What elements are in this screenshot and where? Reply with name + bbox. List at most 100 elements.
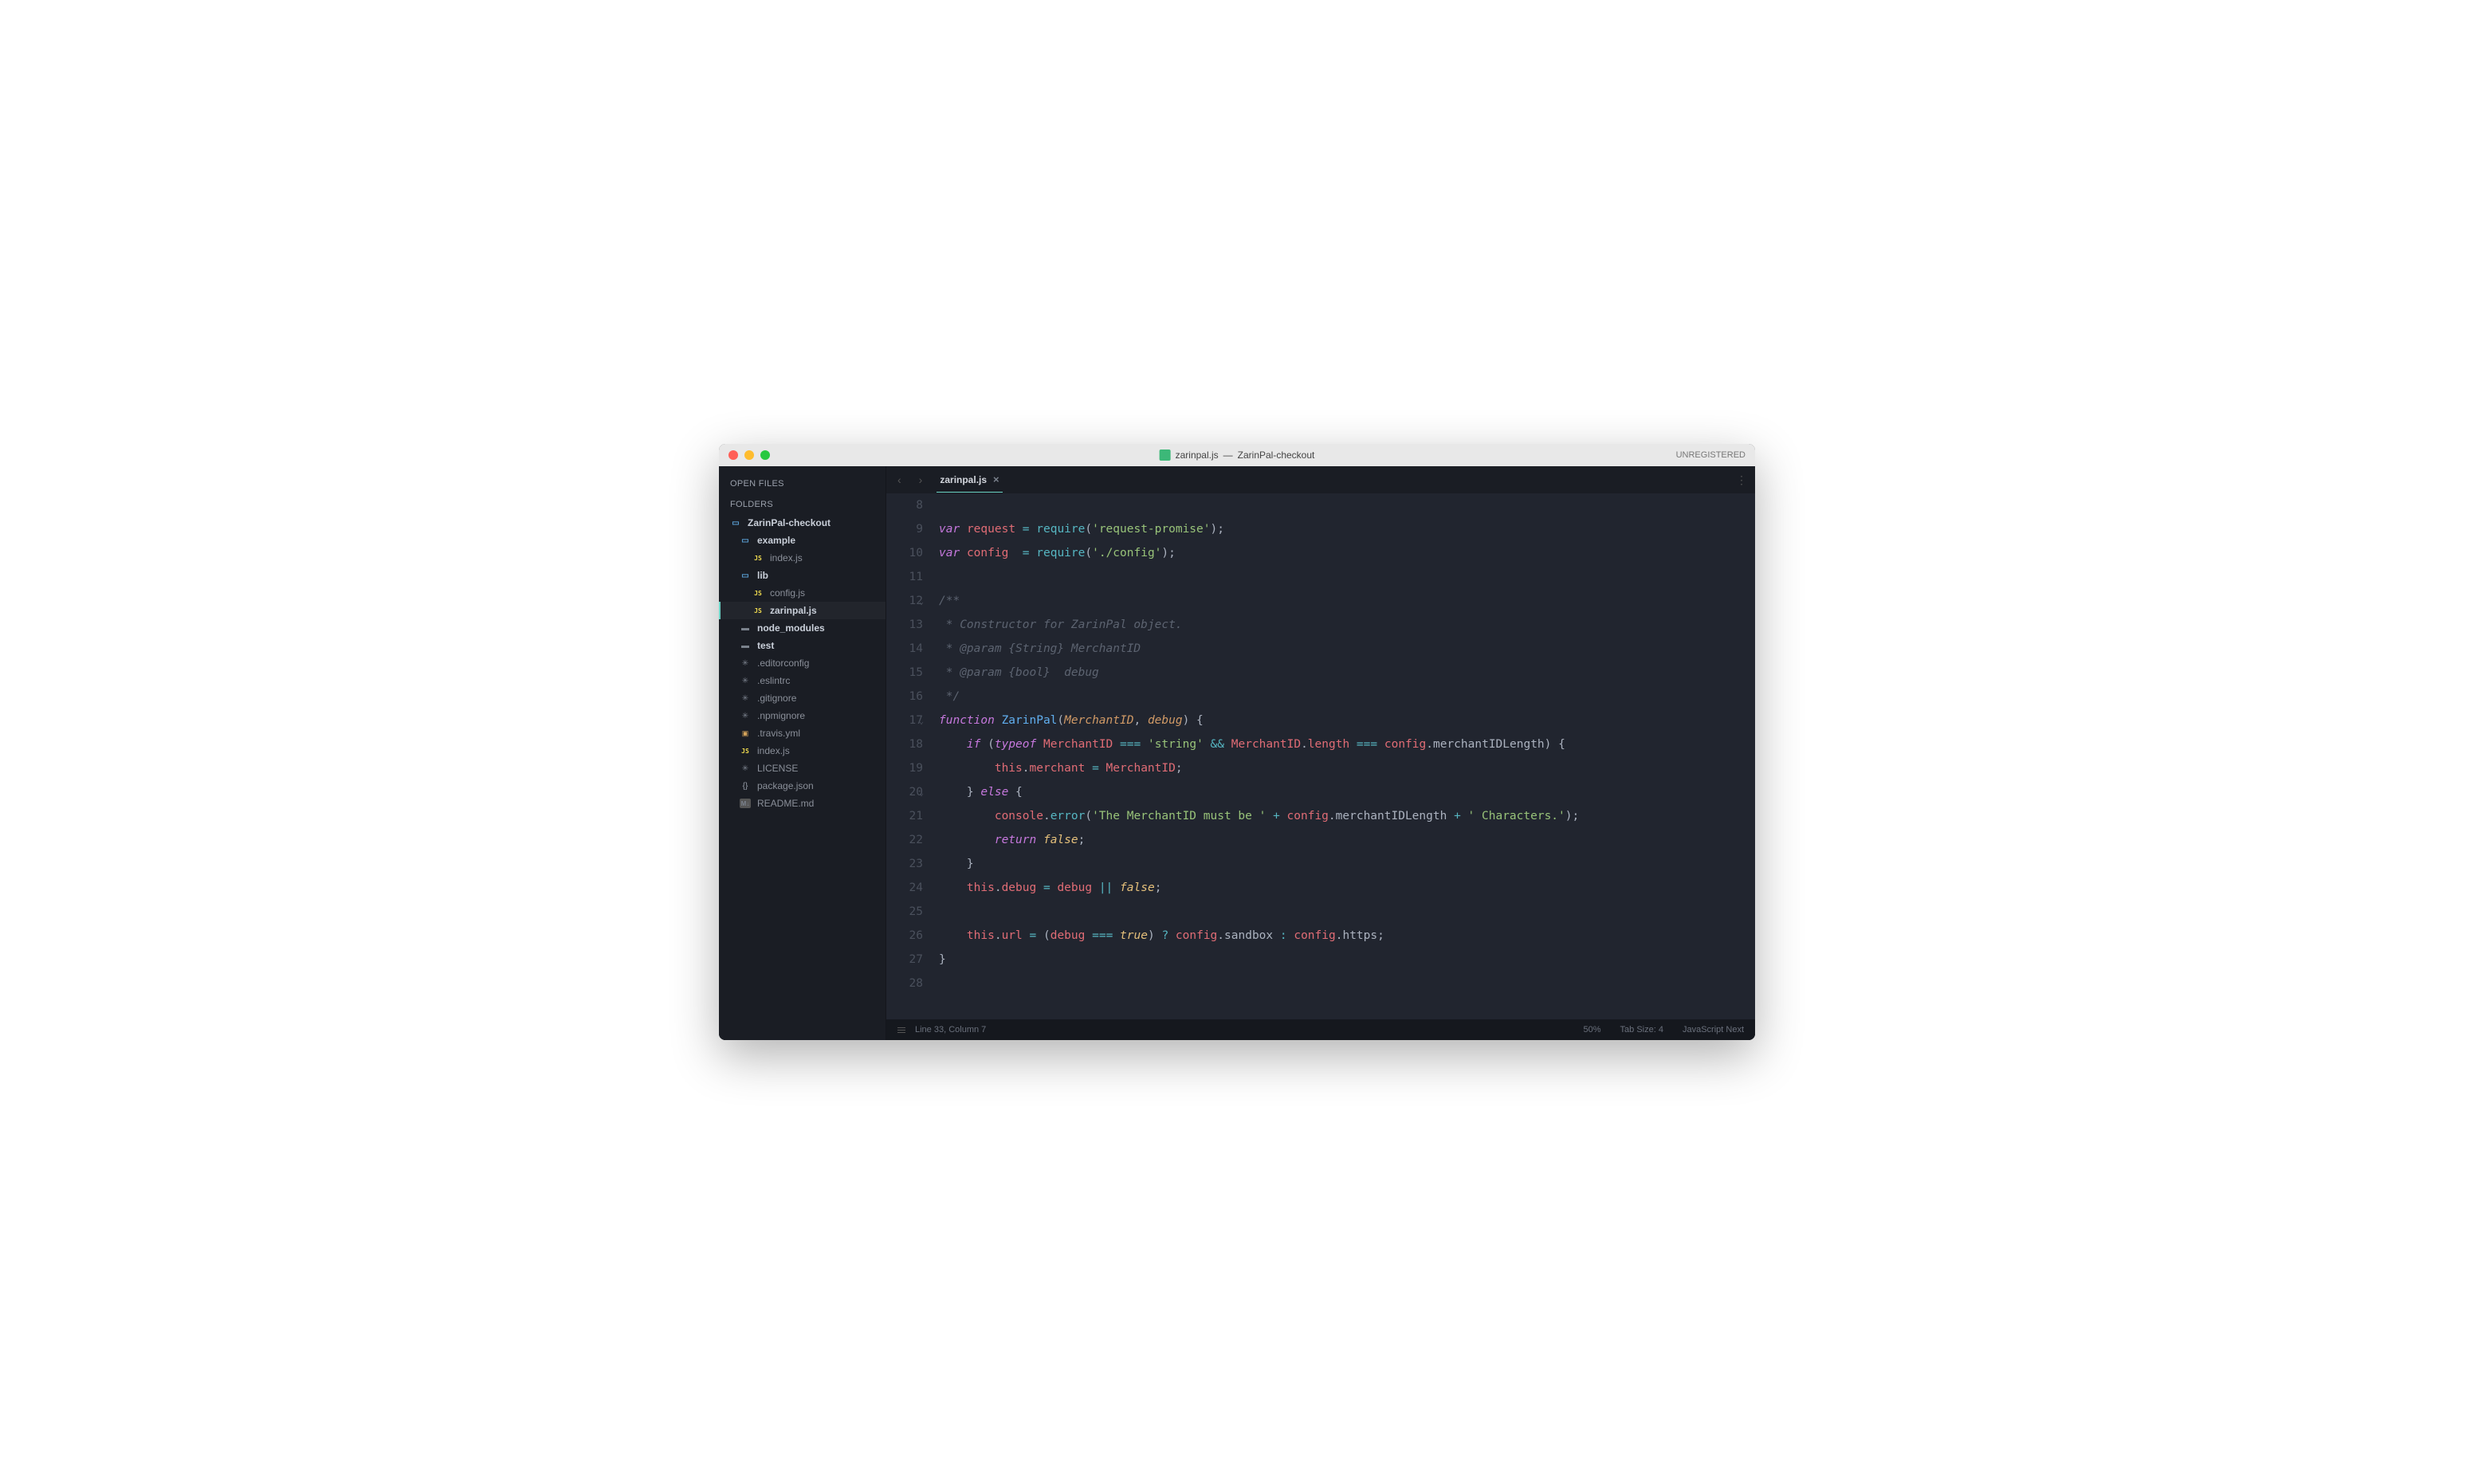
tree-item-label: .editorconfig — [757, 658, 809, 669]
folder-open-icon: ▭ — [740, 536, 751, 545]
file-tree: ▭ZarinPal-checkout ▭ example JSindex.js ▭ lib… — [719, 514, 886, 812]
js-file-icon: JS — [752, 588, 764, 598]
code-line[interactable]: this.merchant = MerchantID; — [939, 756, 1755, 780]
code-line[interactable]: var request = require('request-promise')… — [939, 517, 1755, 541]
line-number: 28 — [886, 972, 923, 995]
tree-item-label: .gitignore — [757, 693, 796, 704]
cursor-position[interactable]: Line 33, Column 7 — [915, 1025, 986, 1034]
line-number: 21 — [886, 804, 923, 828]
tree-item-label: .npmignore — [757, 710, 805, 721]
tree-item--editorconfig[interactable]: ✳ .editorconfig — [719, 654, 886, 672]
code-line[interactable]: console.error('The MerchantID must be ' … — [939, 804, 1755, 828]
tree-item--eslintrc[interactable]: ✳.eslintrc — [719, 672, 886, 689]
line-number: 13 — [886, 613, 923, 637]
main-panel: ‹ › zarinpal.js × ⋮ 89101112131415161718… — [886, 466, 1755, 1040]
generic-file-icon: ✳ — [740, 658, 751, 668]
code-line[interactable]: } — [939, 852, 1755, 876]
scroll-percent: 50% — [1584, 1025, 1601, 1034]
tree-item-label: example — [757, 535, 795, 546]
code-line[interactable]: * @param {String} MerchantID — [939, 637, 1755, 661]
tabbar: ‹ › zarinpal.js × ⋮ — [886, 466, 1755, 493]
tree-item-config-js[interactable]: JS config.js — [719, 584, 886, 602]
code-line[interactable]: * @param {bool} debug — [939, 661, 1755, 685]
tree-item-label: ZarinPal-checkout — [748, 517, 831, 528]
nav-forward-icon[interactable]: › — [916, 473, 926, 486]
code-line[interactable]: } else { — [939, 780, 1755, 804]
code-line[interactable]: /** — [939, 589, 1755, 613]
folder-open-icon: ▭ — [740, 571, 751, 580]
code-line[interactable]: } — [939, 948, 1755, 972]
tree-item-package-json[interactable]: {}package.json — [719, 777, 886, 795]
tree-item-label: test — [757, 640, 774, 651]
tree-item-label: LICENSE — [757, 763, 798, 774]
tree-item-license[interactable]: ✳LICENSE — [719, 760, 886, 777]
editor-window: zarinpal.js — ZarinPal-checkout UNREGIST… — [719, 444, 1755, 1040]
markdown-file-icon: M↓ — [740, 799, 751, 808]
code-line[interactable]: * Constructor for ZarinPal object. — [939, 613, 1755, 637]
minimize-window-button[interactable] — [744, 450, 754, 460]
line-number: 24 — [886, 876, 923, 900]
tab-active[interactable]: zarinpal.js × — [937, 467, 1002, 493]
tree-item--npmignore[interactable]: ✳.npmignore — [719, 707, 886, 724]
js-file-icon: JS — [740, 746, 751, 756]
tree-item-example[interactable]: ▭ example — [719, 532, 886, 549]
code-line[interactable]: if (typeof MerchantID === 'string' && Me… — [939, 732, 1755, 756]
line-number: 20 — [886, 780, 923, 804]
tree-item-zarinpal-js[interactable]: JSzarinpal.js — [719, 602, 886, 619]
code-line[interactable] — [939, 565, 1755, 589]
maximize-window-button[interactable] — [760, 450, 770, 460]
tree-item-test[interactable]: ▬test — [719, 637, 886, 654]
traffic-lights — [728, 450, 770, 460]
generic-file-icon: ✳ — [740, 676, 751, 685]
line-number: 16 — [886, 685, 923, 709]
tree-item-node-modules[interactable]: ▬node_modules — [719, 619, 886, 637]
code-editor[interactable]: 8910111213141516171819202122232425262728… — [886, 493, 1755, 1019]
line-number: 19 — [886, 756, 923, 780]
code-line[interactable]: var config = require('./config'); — [939, 541, 1755, 565]
line-number: 26 — [886, 924, 923, 948]
line-number: 8 — [886, 493, 923, 517]
js-file-icon: JS — [752, 606, 764, 615]
tree-item-index-js[interactable]: JSindex.js — [719, 549, 886, 567]
line-number: 9 — [886, 517, 923, 541]
code-line[interactable] — [939, 493, 1755, 517]
statusbar: Line 33, Column 7 50% Tab Size: 4 JavaSc… — [886, 1019, 1755, 1040]
tree-item--travis-yml[interactable]: ▣.travis.yml — [719, 724, 886, 742]
menu-icon[interactable] — [897, 1027, 905, 1033]
title-filename: zarinpal.js — [1176, 450, 1219, 461]
tree-item-index-js[interactable]: JSindex.js — [719, 742, 886, 760]
syntax-mode[interactable]: JavaScript Next — [1683, 1025, 1744, 1034]
tree-item-label: README.md — [757, 798, 814, 809]
line-number: 25 — [886, 900, 923, 924]
tab-menu-icon[interactable]: ⋮ — [1736, 473, 1747, 487]
tab-close-icon[interactable]: × — [993, 473, 999, 485]
tree-item-label: lib — [757, 570, 768, 581]
sidebar[interactable]: OPEN FILES FOLDERS ▭ZarinPal-checkout▭ex… — [719, 466, 886, 1040]
tree-item-zarinpal-checkout[interactable]: ▭ZarinPal-checkout — [719, 514, 886, 532]
tree-item-readme-md[interactable]: M↓ README.md — [719, 795, 886, 812]
tab-size[interactable]: Tab Size: 4 — [1620, 1025, 1663, 1034]
line-number: 10 — [886, 541, 923, 565]
line-number: 22 — [886, 828, 923, 852]
code-line[interactable]: return false; — [939, 828, 1755, 852]
line-number: 12 — [886, 589, 923, 613]
close-window-button[interactable] — [728, 450, 738, 460]
tree-item--gitignore[interactable]: ✳.gitignore — [719, 689, 886, 707]
code-line[interactable]: */ — [939, 685, 1755, 709]
folders-heading: FOLDERS — [719, 493, 886, 514]
code-line[interactable] — [939, 900, 1755, 924]
code-line[interactable] — [939, 972, 1755, 995]
tree-item-lib[interactable]: ▭ lib — [719, 567, 886, 584]
tree-item-label: config.js — [770, 587, 805, 599]
open-files-heading: OPEN FILES — [719, 473, 886, 493]
yaml-file-icon: ▣ — [740, 728, 751, 738]
code-line[interactable]: function ZarinPal(MerchantID, debug) { — [939, 709, 1755, 732]
nav-back-icon[interactable]: ‹ — [894, 473, 905, 486]
line-number: 18 — [886, 732, 923, 756]
code-line[interactable]: this.url = (debug === true) ? config.san… — [939, 924, 1755, 948]
code-line[interactable]: this.debug = debug || false; — [939, 876, 1755, 900]
line-number: 17 — [886, 709, 923, 732]
tree-item-label: package.json — [757, 780, 814, 791]
tree-item-label: node_modules — [757, 622, 825, 634]
code-area[interactable]: var request = require('request-promise')… — [934, 493, 1755, 1019]
